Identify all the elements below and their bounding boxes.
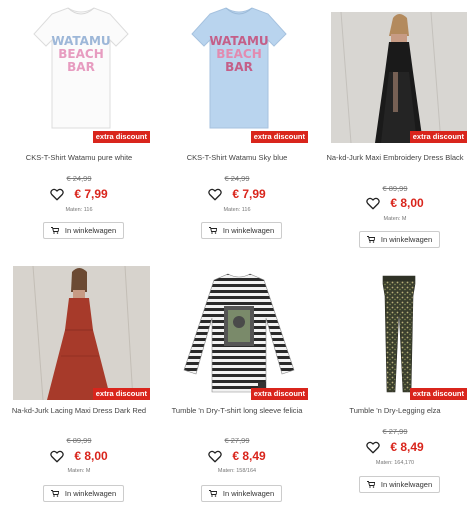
heart-icon[interactable]: [50, 188, 65, 201]
sale-price: € 8,00: [390, 196, 424, 210]
sale-price: € 8,49: [390, 440, 424, 454]
old-price: € 89,99: [382, 184, 408, 193]
product-image[interactable]: extra discount: [170, 266, 308, 400]
extra-discount-badge: extra discount: [92, 388, 150, 400]
white-tshirt-image: WATAMU BEACH BAR: [12, 0, 150, 143]
product-title[interactable]: Na-kd-Jurk Maxi Embroidery Dress Black: [316, 153, 474, 163]
sizes-label: Maten: M: [67, 468, 91, 474]
old-price: € 24,99: [66, 174, 92, 183]
product-card: WATAMU BEACH BAR extra discount CKS-T-Sh…: [158, 0, 316, 250]
cart-icon: [366, 236, 375, 243]
sale-price: € 7,99: [74, 187, 108, 201]
print-line-3: BAR: [225, 60, 253, 74]
product-card: extra discount Na-kd-Jurk Lacing Maxi Dr…: [0, 255, 158, 507]
heart-icon[interactable]: [366, 197, 381, 210]
price-line: € 8,49: [158, 447, 316, 465]
product-card: extra discount Tumble 'n Dry-Legging elz…: [316, 255, 474, 507]
black-dress-image: [331, 12, 467, 143]
product-image[interactable]: WATAMU BEACH BAR extra discount: [170, 0, 308, 143]
cart-button-label: In winkelwagen: [64, 226, 117, 235]
product-image[interactable]: extra discount: [331, 12, 467, 143]
heart-icon[interactable]: [50, 450, 65, 463]
sizes-label: Maten: 116: [65, 207, 93, 213]
price-line: € 8,00: [316, 194, 474, 212]
extra-discount-badge: extra discount: [92, 131, 150, 143]
product-title[interactable]: Tumble 'n Dry-T-shirt long sleeve felici…: [158, 406, 316, 416]
print-line-2: BEACH: [216, 47, 261, 61]
product-title[interactable]: CKS-T-Shirt Watamu Sky blue: [158, 153, 316, 163]
extra-discount-badge: extra discount: [409, 131, 467, 143]
product-grid: WATAMU BEACH BAR extra discount CKS-T-Sh…: [0, 0, 475, 507]
extra-discount-badge: extra discount: [409, 388, 467, 400]
print-line-1: WATAMU: [209, 34, 268, 48]
sale-price: € 8,00: [74, 449, 108, 463]
add-to-cart-button[interactable]: In winkelwagen: [43, 485, 124, 502]
product-card: extra discount Tumble 'n Dry-T-shirt lon…: [158, 255, 316, 507]
sizes-label: Maten: M: [383, 216, 407, 222]
product-image[interactable]: WATAMU BEACH BAR extra discount: [12, 0, 150, 143]
old-price: € 24,99: [224, 174, 250, 183]
print-line-1: WATAMU: [51, 34, 110, 48]
cart-button-label: In winkelwagen: [222, 226, 275, 235]
add-to-cart-button[interactable]: In winkelwagen: [201, 485, 282, 502]
add-to-cart-button[interactable]: In winkelwagen: [201, 222, 282, 239]
cart-icon: [50, 490, 59, 497]
cart-icon: [208, 227, 217, 234]
cart-button-label: In winkelwagen: [64, 489, 117, 498]
striped-shirt-image: [170, 266, 308, 400]
price-line: € 7,99: [0, 185, 158, 203]
product-image[interactable]: extra discount: [331, 266, 467, 400]
sizes-label: Maten: 158/164: [217, 468, 257, 474]
cart-icon: [366, 481, 375, 488]
old-price: € 89,99: [66, 436, 92, 445]
add-to-cart-button[interactable]: In winkelwagen: [43, 222, 124, 239]
product-title[interactable]: Tumble 'n Dry-Legging elza: [316, 406, 474, 416]
extra-discount-badge: extra discount: [250, 388, 308, 400]
cart-button-label: In winkelwagen: [222, 489, 275, 498]
product-title[interactable]: CKS-T-Shirt Watamu pure white: [0, 153, 158, 163]
sizes-label: Maten: 116: [223, 207, 251, 213]
add-to-cart-button[interactable]: In winkelwagen: [359, 476, 440, 493]
cart-icon: [208, 490, 217, 497]
product-image[interactable]: extra discount: [13, 266, 150, 400]
sizes-label: Maten: 164,170: [375, 460, 415, 466]
red-dress-image: [13, 266, 150, 400]
extra-discount-badge: extra discount: [250, 131, 308, 143]
product-title[interactable]: Na-kd-Jurk Lacing Maxi Dress Dark Red: [0, 406, 158, 416]
old-price: € 27,99: [382, 427, 408, 436]
old-price: € 27,99: [224, 436, 250, 445]
heart-icon[interactable]: [208, 188, 223, 201]
print-line-3: BAR: [67, 60, 95, 74]
price-line: € 8,00: [0, 447, 158, 465]
cart-button-label: In winkelwagen: [380, 235, 433, 244]
product-card: extra discount Na-kd-Jurk Maxi Embroider…: [316, 0, 474, 250]
heart-icon[interactable]: [366, 441, 381, 454]
legging-image: [331, 266, 467, 400]
price-line: € 8,49: [316, 438, 474, 456]
heart-icon[interactable]: [208, 450, 223, 463]
add-to-cart-button[interactable]: In winkelwagen: [359, 231, 440, 248]
cart-button-label: In winkelwagen: [380, 480, 433, 489]
print-line-2: BEACH: [58, 47, 103, 61]
cart-icon: [50, 227, 59, 234]
blue-tshirt-image: WATAMU BEACH BAR: [170, 0, 308, 143]
product-card: WATAMU BEACH BAR extra discount CKS-T-Sh…: [0, 0, 158, 250]
sale-price: € 7,99: [232, 187, 266, 201]
price-line: € 7,99: [158, 185, 316, 203]
sale-price: € 8,49: [232, 449, 266, 463]
